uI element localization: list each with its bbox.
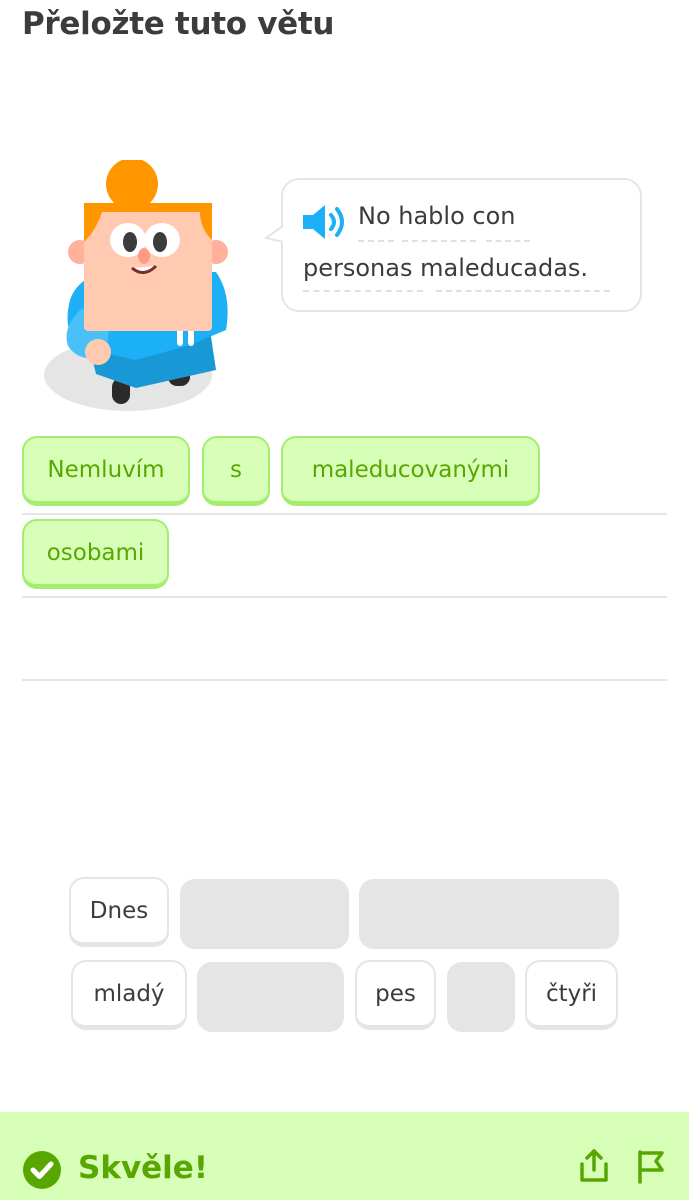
empty-tile-slot [180, 879, 349, 949]
empty-tile-slot [197, 962, 344, 1032]
answer-tile[interactable]: maleducovanými [281, 436, 540, 506]
word-bank-tile[interactable]: čtyři [525, 960, 618, 1030]
prompt-line-2[interactable]: personas maleducadas. [303, 254, 588, 282]
feedback-message: Skvěle! [78, 1150, 208, 1186]
check-circle-icon [23, 1151, 61, 1189]
prompt-line-1[interactable]: No hablo con [358, 202, 516, 230]
word-bank-tile[interactable]: pes [355, 960, 436, 1030]
word-underline [486, 240, 530, 242]
share-icon[interactable] [578, 1148, 610, 1184]
word-underline [358, 240, 394, 242]
speaker-icon[interactable] [301, 203, 349, 241]
answer-tile[interactable]: osobami [22, 519, 169, 589]
answer-tile[interactable]: Nemluvím [22, 436, 190, 506]
flag-icon[interactable] [634, 1148, 668, 1184]
character-illustration [44, 160, 228, 411]
answer-line [22, 513, 667, 515]
word-bank-tile[interactable]: Dnes [69, 877, 169, 947]
answer-tile[interactable]: s [202, 436, 270, 506]
speech-bubble-tail [264, 225, 284, 243]
word-bank-tile[interactable]: mladý [71, 960, 187, 1030]
word-underline [436, 290, 610, 292]
word-underline [402, 240, 476, 242]
empty-tile-slot [359, 879, 619, 949]
answer-line [22, 679, 667, 681]
word-underline [303, 290, 423, 292]
answer-line [22, 596, 667, 598]
empty-tile-slot [447, 962, 515, 1032]
page-title: Přeložte tuto větu [22, 6, 335, 42]
